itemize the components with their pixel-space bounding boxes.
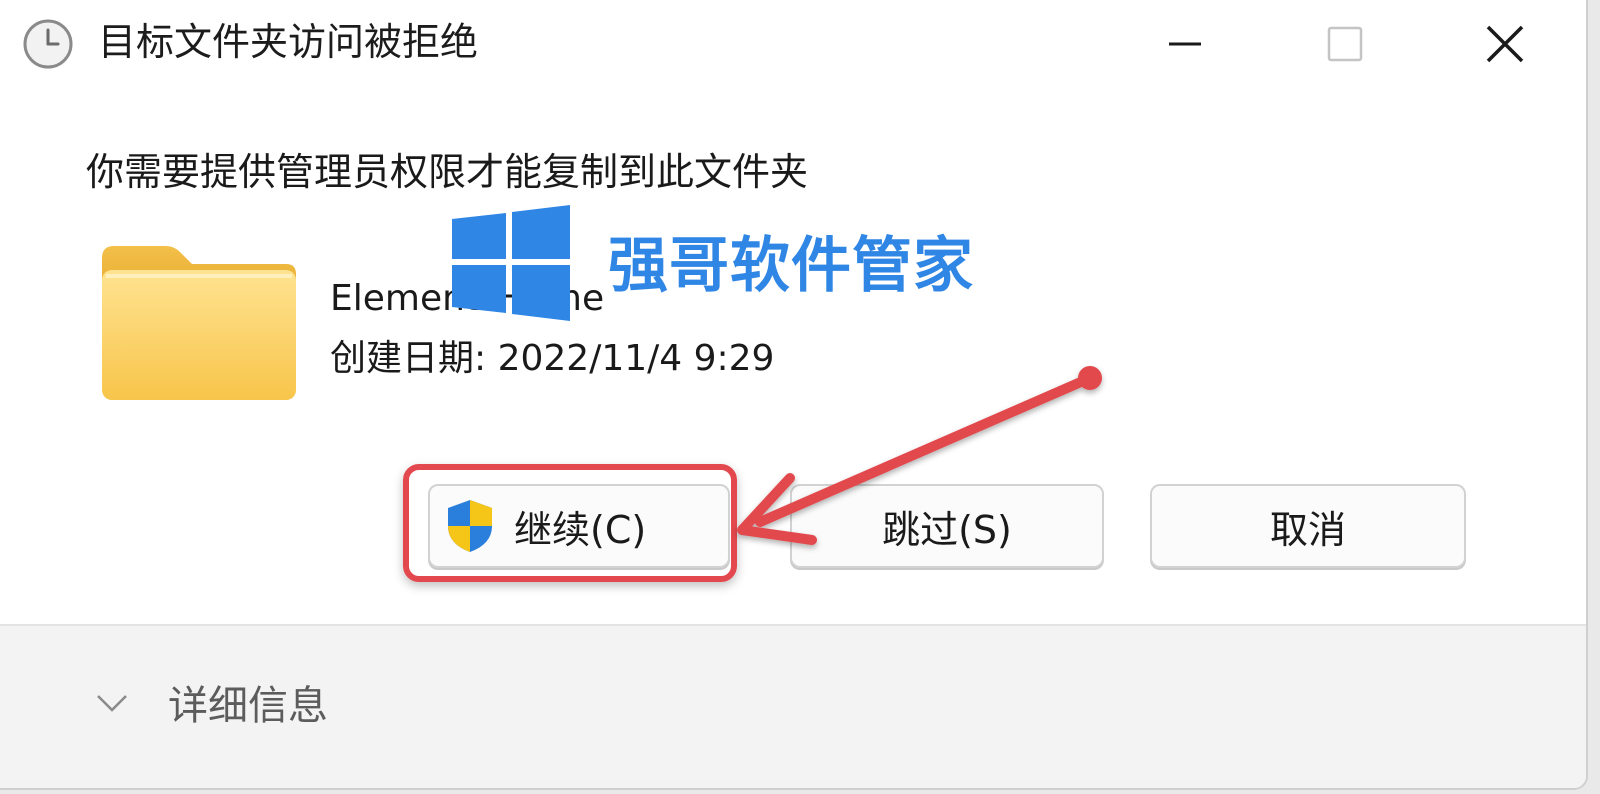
maximize-icon	[1327, 26, 1363, 62]
continue-button-label: 继续(C)	[514, 507, 647, 552]
minimize-icon	[1169, 42, 1201, 46]
skip-button[interactable]: 跳过(S)	[790, 484, 1104, 568]
folder-icon	[102, 246, 296, 400]
cancel-button[interactable]: 取消	[1150, 484, 1466, 568]
close-icon	[1486, 25, 1524, 63]
access-denied-dialog: 目标文件夹访问被拒绝 你需要提供管理员权限才能复制到此文件夹 创建日期: 202…	[0, 0, 1588, 790]
footer: 详细信息	[0, 626, 1586, 788]
close-button[interactable]	[1430, 0, 1580, 88]
continue-button[interactable]: 继续(C)	[428, 484, 730, 568]
window-title: 目标文件夹访问被拒绝	[98, 20, 479, 64]
clock-icon	[23, 19, 73, 69]
details-toggle[interactable]: 详细信息	[92, 674, 328, 730]
windows-logo-icon	[452, 205, 570, 321]
item-created-date: 创建日期: 2022/11/4 9:29	[330, 338, 775, 379]
chevron-down-icon	[97, 695, 127, 712]
minimize-button[interactable]	[1110, 0, 1260, 88]
uac-shield-icon	[448, 500, 492, 552]
maximize-button[interactable]	[1270, 0, 1420, 88]
permission-message: 你需要提供管理员权限才能复制到此文件夹	[86, 150, 809, 194]
watermark-text: 强哥软件管家	[608, 231, 974, 301]
details-label: 详细信息	[168, 683, 328, 729]
skip-button-label: 跳过(S)	[882, 507, 1012, 552]
title-bar: 目标文件夹访问被拒绝	[0, 0, 1586, 88]
cancel-button-label: 取消	[1269, 507, 1346, 552]
